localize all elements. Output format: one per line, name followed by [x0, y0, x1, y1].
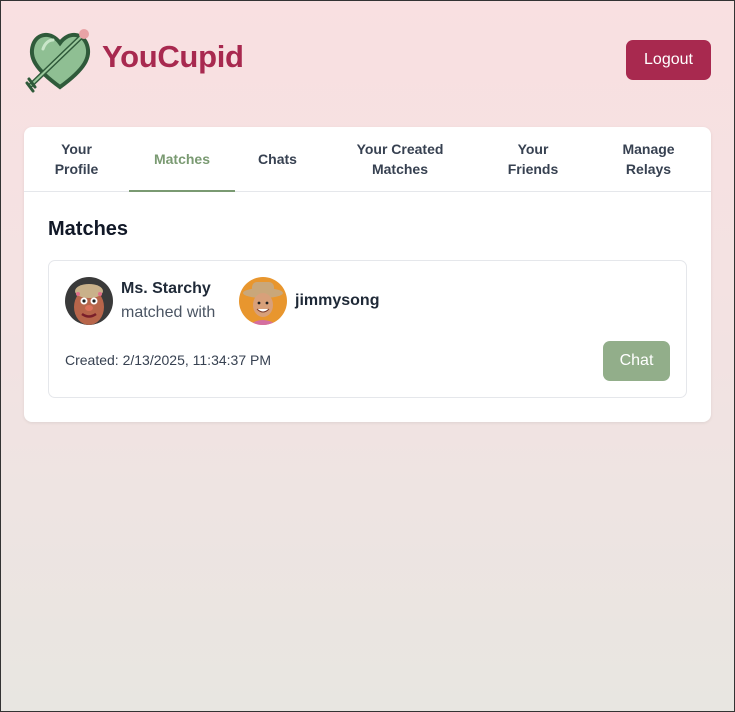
potato-avatar	[65, 277, 113, 325]
match-connector-text: matched with	[121, 304, 216, 321]
tab-your-friends[interactable]: Your Friends	[480, 127, 586, 191]
match-created-timestamp: Created: 2/13/2025, 11:34:37 PM	[65, 352, 271, 368]
main-card: Your Profile Matches Chats Your Created …	[24, 127, 711, 422]
page-title: Matches	[48, 218, 129, 240]
tab-label: Matches	[153, 150, 211, 167]
tab-your-profile[interactable]: Your Profile	[24, 127, 129, 191]
tab-bar: Your Profile Matches Chats Your Created …	[24, 127, 711, 192]
tab-label: Manage Relays	[622, 141, 675, 177]
header: YouCupid Logout	[1, 1, 735, 121]
match-card: Ms. Starchy matched with jimmysong Creat…	[48, 260, 687, 398]
tab-chats[interactable]: Chats	[235, 127, 320, 191]
tab-manage-relays[interactable]: Manage Relays	[586, 127, 711, 191]
match-user1-name: Ms. Starchy	[121, 280, 211, 297]
tab-your-created-matches[interactable]: Your Created Matches	[320, 127, 480, 191]
cowboy-avatar	[239, 277, 287, 325]
heart-arrow-icon	[25, 27, 95, 93]
match-user2-name: jimmysong	[295, 292, 380, 309]
brand-title: YouCupid	[102, 39, 244, 74]
tab-label: Chats	[258, 151, 297, 167]
tab-label: Your Created Matches	[356, 141, 444, 177]
tab-matches[interactable]: Matches	[129, 127, 235, 192]
chat-button[interactable]: Chat	[603, 341, 670, 381]
tab-label: Your Friends	[507, 141, 559, 177]
logout-button[interactable]: Logout	[626, 40, 711, 80]
tab-label: Your Profile	[54, 141, 99, 177]
